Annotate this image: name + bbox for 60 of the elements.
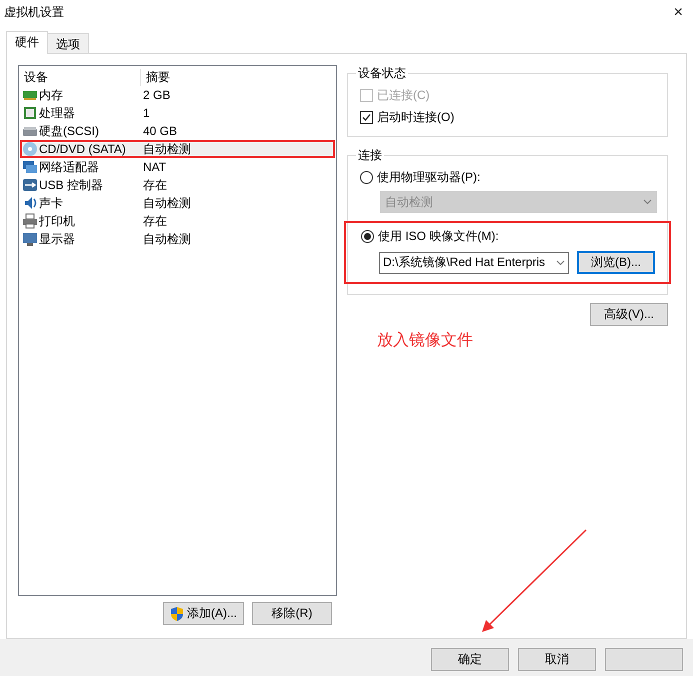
device-name: CD/DVD (SATA) — [39, 142, 126, 156]
device-name: 网络适配器 — [39, 158, 99, 176]
network-icon — [22, 159, 38, 175]
device-summary: 1 — [142, 106, 150, 120]
device-row[interactable]: 内存 2 GB — [20, 86, 335, 104]
list-button[interactable]: 添加(A)... — [163, 602, 244, 625]
device-row[interactable]: 声卡 自动检测 — [20, 194, 335, 212]
tab[interactable]: 硬件 — [6, 31, 48, 54]
column-header: 摘要 — [145, 68, 170, 86]
radio-button[interactable] — [360, 170, 373, 184]
radio-label: 使用 ISO 映像文件(M): — [378, 228, 499, 244]
device-row[interactable]: USB 控制器 存在 — [20, 176, 335, 194]
device-summary: 40 GB — [142, 124, 178, 138]
device-name: 声卡 — [39, 194, 63, 212]
device-summary: 自动检测 — [142, 140, 191, 158]
group-title: 连接 — [357, 147, 383, 164]
iso-path-dropdown[interactable]: D:\系统镜像\Red Hat Enterpris — [379, 252, 569, 274]
checkbox[interactable] — [360, 110, 373, 124]
shield-icon — [170, 606, 184, 622]
annotation-text: 放入镜像文件 — [377, 330, 474, 351]
device-row[interactable]: 处理器 1 — [20, 104, 335, 122]
device-name: 处理器 — [39, 104, 75, 122]
device-name: 显示器 — [39, 230, 75, 248]
dialog-button[interactable]: 取消 — [518, 648, 596, 671]
device-name: 硬盘(SCSI) — [39, 122, 99, 140]
cdrom-icon — [22, 141, 38, 157]
device-summary: 自动检测 — [142, 230, 191, 248]
device-summary: 存在 — [142, 212, 167, 230]
checkbox-label: 启动时连接(O) — [377, 108, 454, 126]
device-summary: 2 GB — [142, 88, 170, 102]
device-name: USB 控制器 — [39, 176, 104, 194]
checkbox-label: 已连接(C) — [377, 86, 430, 104]
group-title: 设备状态 — [357, 65, 407, 82]
display-icon — [22, 231, 38, 247]
device-row[interactable]: 打印机 存在 — [20, 212, 335, 230]
column-header: 设备 — [19, 68, 141, 86]
cpu-icon — [22, 105, 38, 121]
device-row[interactable]: CD/DVD (SATA) 自动检测 — [20, 140, 335, 158]
device-summary: NAT — [142, 160, 166, 174]
device-row[interactable]: 网络适配器 NAT — [20, 158, 335, 176]
device-summary: 自动检测 — [142, 194, 191, 212]
caret-icon — [556, 260, 565, 266]
advanced-button[interactable]: 高级(V)... — [590, 303, 668, 326]
radio-label: 使用物理驱动器(P): — [377, 168, 480, 186]
close-button[interactable]: × — [668, 4, 689, 22]
browse-button[interactable]: 浏览(B)... — [577, 251, 655, 274]
sound-icon — [22, 195, 38, 211]
caret-icon — [643, 199, 652, 205]
printer-icon — [22, 213, 38, 229]
device-row[interactable]: 显示器 自动检测 — [20, 230, 335, 248]
window-title: 虚拟机设置 — [4, 4, 64, 21]
device-row[interactable]: 硬盘(SCSI) 40 GB — [20, 122, 335, 140]
dialog-button[interactable]: 确定 — [431, 648, 509, 671]
tab[interactable]: 选项 — [47, 33, 89, 53]
device-name: 内存 — [39, 86, 63, 104]
usb-icon — [22, 177, 38, 193]
device-name: 打印机 — [39, 212, 75, 230]
radio-button[interactable] — [361, 230, 374, 242]
device-summary: 存在 — [142, 176, 167, 194]
list-button[interactable]: 移除(R) — [252, 602, 332, 625]
